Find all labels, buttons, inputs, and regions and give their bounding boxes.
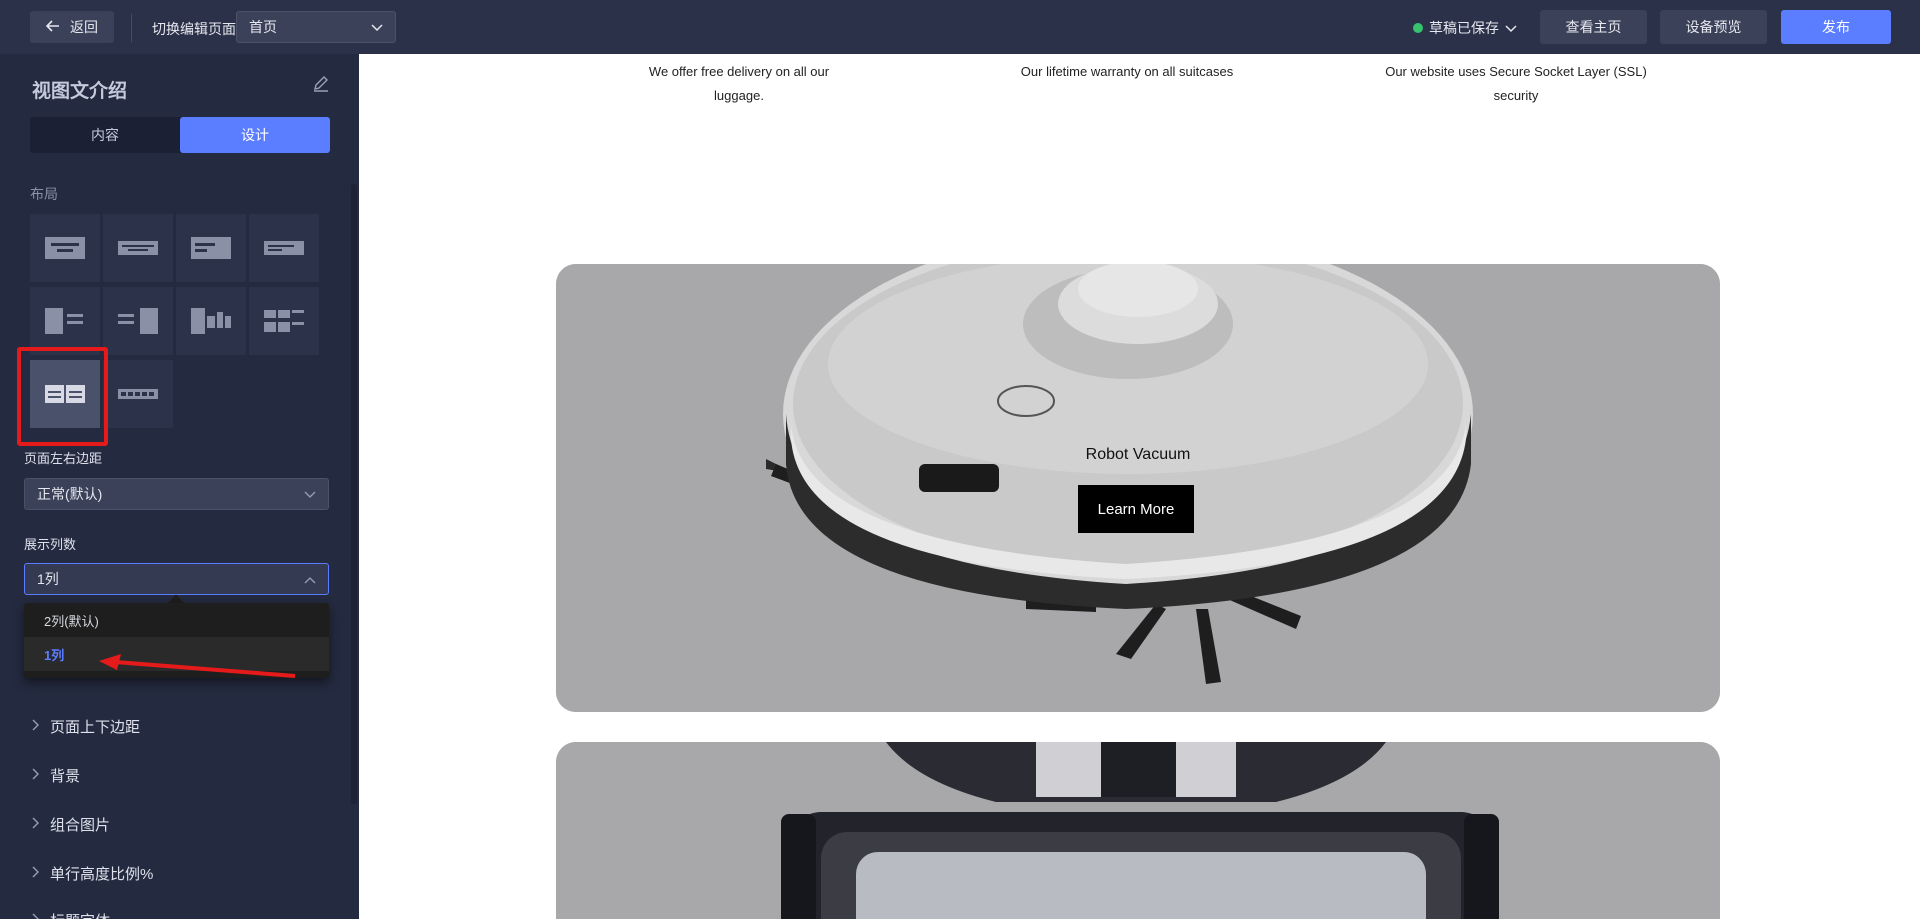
layout-option-5[interactable] [30, 287, 100, 355]
scrollbar[interactable] [351, 184, 357, 804]
section-title-font[interactable]: 标题字体 [32, 910, 110, 919]
layout-option-3[interactable] [176, 214, 246, 282]
layout-option-1[interactable] [30, 214, 100, 282]
panel-tabs: 内容 设计 [30, 117, 330, 153]
layout-option-6[interactable] [103, 287, 173, 355]
draft-status[interactable]: 草稿已保存 [1413, 18, 1517, 38]
columns-option-2[interactable]: 2列(默认) [24, 603, 329, 637]
feature-text-ssl: Our website uses Secure Socket Layer (SS… [1385, 64, 1647, 103]
device-preview-button[interactable]: 设备预览 [1660, 10, 1767, 44]
chevron-down-icon [304, 486, 316, 502]
panel-title: 视图文介绍 [32, 81, 128, 102]
status-dot-icon [1413, 23, 1423, 33]
tab-design[interactable]: 设计 [180, 117, 330, 153]
columns-select[interactable]: 1列 [24, 563, 329, 595]
learn-more-button[interactable]: Learn More [1078, 485, 1194, 533]
section-label: 单行高度比例% [50, 866, 154, 883]
section-vertical-margin[interactable]: 页面上下边距 [32, 716, 140, 737]
top-bar: 返回 切换编辑页面 首页 草稿已保存 查看主页 设备预览 发布 [0, 0, 1920, 54]
back-label: 返回 [70, 19, 98, 35]
card-title: Robot Vacuum [1085, 446, 1191, 463]
highlight-box [17, 347, 108, 446]
edit-icon[interactable] [311, 74, 331, 94]
chevron-right-icon [32, 718, 40, 735]
divider [131, 14, 132, 42]
annotation-arrow-icon [99, 654, 296, 678]
sidebar: 视图文介绍 内容 设计 布局 页面左右边距 正常(默认) 展示列数 1列 2列(… [0, 54, 359, 919]
chevron-right-icon [32, 912, 40, 919]
publish-button[interactable]: 发布 [1781, 10, 1891, 44]
layout-option-7[interactable] [176, 287, 246, 355]
section-label: 组合图片 [50, 817, 111, 834]
layout-option-8[interactable] [249, 287, 319, 355]
layout-label: 布局 [30, 186, 58, 202]
section-combined-images[interactable]: 组合图片 [32, 814, 110, 835]
chevron-down-icon [371, 19, 383, 35]
chevron-down-icon [1505, 20, 1517, 36]
section-background[interactable]: 背景 [32, 765, 80, 786]
page-select[interactable]: 首页 [236, 11, 396, 43]
switch-page-label: 切换编辑页面 [152, 21, 236, 37]
margin-select[interactable]: 正常(默认) [24, 478, 329, 510]
margin-select-value: 正常(默认) [37, 486, 103, 502]
layout-option-10[interactable] [103, 360, 173, 428]
vr-headset-image [556, 742, 1720, 919]
layout-option-2[interactable] [103, 214, 173, 282]
layout-option-4[interactable] [249, 214, 319, 282]
view-home-button[interactable]: 查看主页 [1540, 10, 1647, 44]
arrow-left-icon [45, 19, 60, 35]
draft-status-label: 草稿已保存 [1429, 20, 1499, 36]
chevron-right-icon [32, 865, 40, 882]
page-select-value: 首页 [249, 19, 277, 35]
page-canvas: We offer free delivery on all our luggag… [359, 54, 1920, 919]
section-row-height[interactable]: 单行高度比例% [32, 863, 153, 884]
tab-content[interactable]: 内容 [30, 117, 180, 153]
product-card-robot-vacuum[interactable]: Robot Vacuum Learn More [556, 264, 1720, 712]
feature-text-warranty: Our lifetime warranty on all suitcases [1020, 64, 1234, 79]
chevron-right-icon [32, 816, 40, 833]
chevron-right-icon [32, 767, 40, 784]
margin-label: 页面左右边距 [24, 451, 103, 466]
back-button[interactable]: 返回 [30, 11, 114, 43]
columns-label: 展示列数 [24, 537, 77, 552]
product-card-vr-headset[interactable] [556, 742, 1720, 919]
section-label: 背景 [50, 768, 81, 785]
section-label: 标题字体 [50, 910, 110, 919]
section-label: 页面上下边距 [50, 719, 141, 736]
columns-select-value: 1列 [37, 571, 59, 587]
feature-text-delivery: We offer free delivery on all our luggag… [648, 64, 830, 103]
chevron-up-icon [304, 571, 316, 587]
